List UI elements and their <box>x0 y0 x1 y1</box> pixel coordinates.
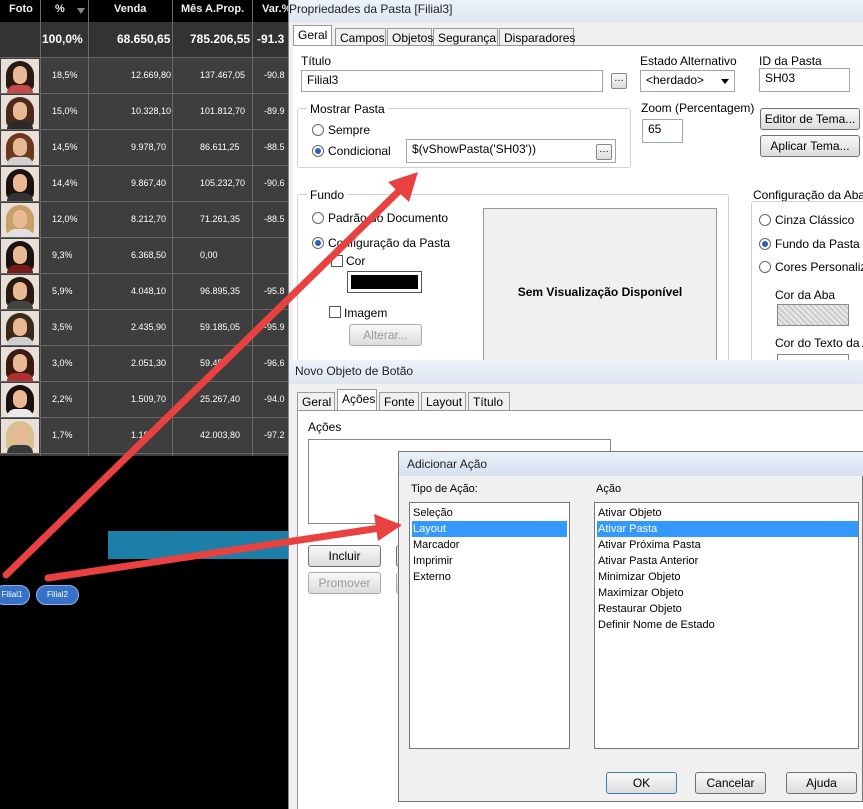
arrow-head <box>374 514 402 541</box>
arrow-to-condicional <box>2 186 404 579</box>
arrow-to-layout <box>44 524 384 582</box>
annotation-arrows <box>2 172 418 582</box>
